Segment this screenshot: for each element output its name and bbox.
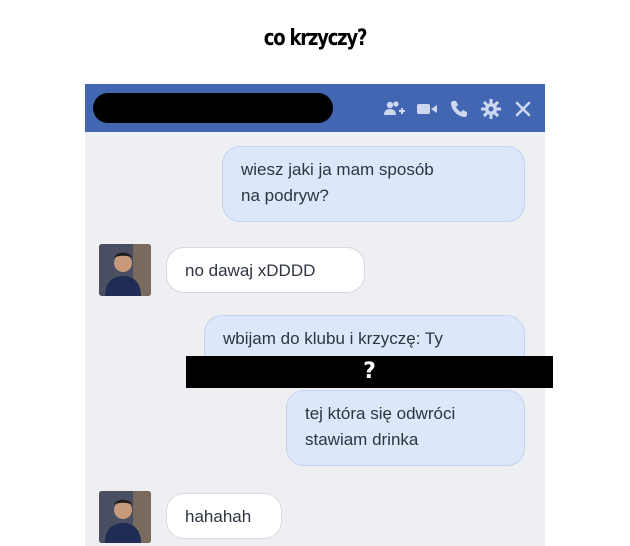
- video-camera-icon[interactable]: [411, 96, 443, 122]
- message-text: no dawaj xDDDD: [185, 261, 316, 280]
- message-line: stawiam drinka: [305, 430, 419, 449]
- add-person-icon[interactable]: [379, 96, 411, 122]
- outgoing-message[interactable]: tej która się odwróci stawiam drinka: [286, 390, 525, 466]
- title-bar-actions: [379, 96, 539, 122]
- avatar[interactable]: [99, 244, 151, 296]
- phone-icon[interactable]: [443, 96, 475, 122]
- redaction-bar: ?: [186, 356, 553, 388]
- outgoing-message[interactable]: wiesz jaki ja mam sposób na podryw?: [222, 146, 525, 222]
- chat-window: wiesz jaki ja mam sposób na podryw? no d…: [85, 84, 545, 546]
- message-text: hahahah: [185, 507, 252, 526]
- avatar[interactable]: [99, 491, 151, 543]
- contact-name-redaction: [93, 93, 333, 123]
- message-line: na podryw?: [241, 186, 329, 205]
- message-line: wiesz jaki ja mam sposób: [241, 160, 434, 179]
- message-text: wbijam do klubu i krzyczę: Ty: [223, 329, 443, 348]
- close-icon[interactable]: [507, 96, 539, 122]
- incoming-message[interactable]: hahahah: [166, 493, 282, 539]
- message-line: tej która się odwróci: [305, 404, 456, 423]
- incoming-message[interactable]: no dawaj xDDDD: [166, 247, 365, 293]
- meme-caption: co krzyczy?: [263, 26, 368, 51]
- chat-title-bar: [85, 84, 545, 132]
- gear-icon[interactable]: [475, 96, 507, 122]
